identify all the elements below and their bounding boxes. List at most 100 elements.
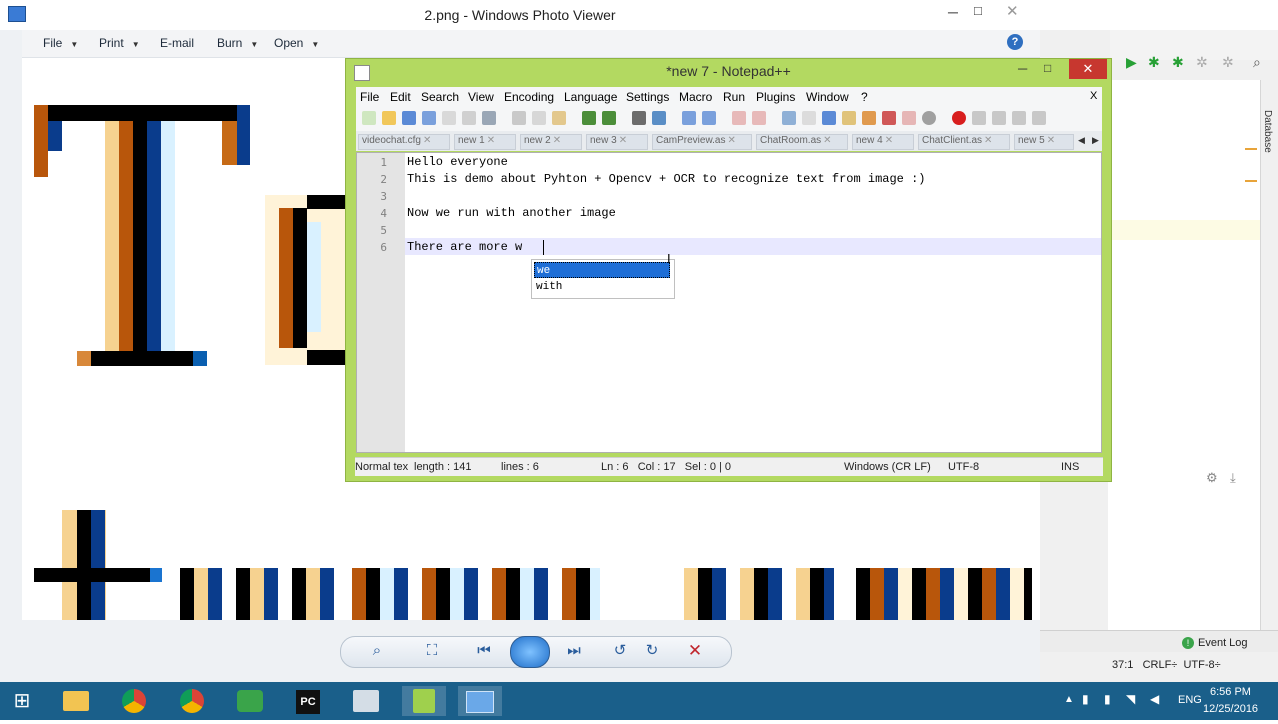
- folder-workspace-icon[interactable]: [902, 111, 916, 125]
- tab-chatclient-as[interactable]: ChatClient.as ✕: [918, 134, 1010, 150]
- next-icon[interactable]: ⏭: [563, 640, 585, 662]
- copy-icon[interactable]: [532, 111, 546, 125]
- zoom-in-icon[interactable]: [682, 111, 696, 125]
- search-everywhere-icon[interactable]: ⌕: [1253, 54, 1261, 71]
- menu-edit[interactable]: Edit: [390, 90, 411, 104]
- tab-new-5[interactable]: new 5 ✕: [1014, 134, 1074, 150]
- tab-scroll-right-icon[interactable]: ▶: [1092, 135, 1099, 146]
- paste-icon[interactable]: [552, 111, 566, 125]
- print-icon[interactable]: [482, 111, 496, 125]
- tab-new-1[interactable]: new 1 ✕: [454, 134, 516, 150]
- taskbar-wifi-app[interactable]: [228, 686, 272, 716]
- close-tab-icon[interactable]: ✕: [423, 135, 431, 146]
- close-file-icon[interactable]: [442, 111, 456, 125]
- actual-size-icon[interactable]: ⛶: [421, 640, 443, 662]
- redo-icon[interactable]: [602, 111, 616, 125]
- wifi-signal-icon[interactable]: ◥: [1126, 692, 1135, 706]
- taskbar-pycharm[interactable]: PC: [286, 686, 330, 716]
- menu-settings[interactable]: Settings: [626, 90, 669, 104]
- menu-file[interactable]: File: [360, 90, 379, 104]
- stop-macro-icon[interactable]: [972, 111, 986, 125]
- word-wrap-icon[interactable]: [782, 111, 796, 125]
- sync-horizontal-icon[interactable]: [752, 111, 766, 125]
- sync-vertical-icon[interactable]: [732, 111, 746, 125]
- taskbar-app[interactable]: [344, 686, 388, 716]
- close-tab-icon[interactable]: ✕: [984, 135, 992, 146]
- pv-menu-email[interactable]: E-mail: [160, 36, 194, 50]
- profile-icon[interactable]: ✲: [1196, 54, 1208, 71]
- open-file-icon[interactable]: [382, 111, 396, 125]
- taskbar-chrome[interactable]: [112, 686, 156, 716]
- doc-map-icon[interactable]: [862, 111, 876, 125]
- maximize-icon[interactable]: □: [1044, 61, 1051, 75]
- tab-new-4[interactable]: new 4 ✕: [852, 134, 914, 150]
- autocomplete-item[interactable]: with: [534, 279, 670, 295]
- database-side-tab[interactable]: Database: [1262, 110, 1273, 153]
- coverage-icon[interactable]: ✱: [1172, 54, 1184, 71]
- monitoring-icon[interactable]: [922, 111, 936, 125]
- menu-plugins[interactable]: Plugins: [756, 90, 795, 104]
- taskbar-notepadpp[interactable]: [402, 686, 446, 716]
- debug-icon[interactable]: ✱: [1148, 54, 1160, 71]
- indent-guide-icon[interactable]: [822, 111, 836, 125]
- record-macro-icon[interactable]: [952, 111, 966, 125]
- show-all-chars-icon[interactable]: [802, 111, 816, 125]
- gear-icon[interactable]: ⚙: [1206, 470, 1218, 486]
- show-hidden-icons-icon[interactable]: ▲: [1064, 694, 1074, 705]
- tab-new-3[interactable]: new 3 ✕: [586, 134, 648, 150]
- rotate-right-icon[interactable]: ↻: [641, 640, 663, 662]
- save-all-icon[interactable]: [422, 111, 436, 125]
- volume-icon[interactable]: ◀: [1150, 692, 1159, 706]
- minimize-icon[interactable]: ─: [948, 4, 958, 20]
- autocomplete-item[interactable]: we: [534, 262, 670, 278]
- menu-search[interactable]: Search: [421, 90, 459, 104]
- previous-icon[interactable]: ⏮: [473, 640, 495, 662]
- find-icon[interactable]: [632, 111, 646, 125]
- taskbar-file-explorer[interactable]: [54, 686, 98, 716]
- menu-help[interactable]: ?: [861, 90, 868, 104]
- close-tab-icon[interactable]: ✕: [885, 135, 893, 146]
- new-file-icon[interactable]: [362, 111, 376, 125]
- tab-campreview-as[interactable]: CamPreview.as ✕: [652, 134, 752, 150]
- input-language[interactable]: ENG: [1178, 694, 1202, 706]
- menu-view[interactable]: View: [468, 90, 494, 104]
- clock-time[interactable]: 6:56 PM: [1210, 686, 1251, 698]
- pv-menu-open[interactable]: Open ▼: [274, 36, 319, 50]
- menu-language[interactable]: Language: [564, 90, 617, 104]
- pv-menu-file[interactable]: File ▼: [43, 36, 78, 50]
- tab-videochat-cfg[interactable]: videochat.cfg ✕: [358, 134, 450, 150]
- windows-start-icon[interactable]: ⊞: [0, 686, 44, 716]
- slideshow-button[interactable]: [510, 636, 550, 668]
- run-icon[interactable]: ▶: [1126, 54, 1137, 71]
- function-list-icon[interactable]: [882, 111, 896, 125]
- minimize-icon[interactable]: ─: [1018, 61, 1027, 76]
- help-icon[interactable]: ?: [1007, 34, 1023, 50]
- tab-chatroom-as[interactable]: ChatRoom.as ✕: [756, 134, 848, 150]
- undo-icon[interactable]: [582, 111, 596, 125]
- menu-window[interactable]: Window: [806, 90, 849, 104]
- hide-panel-icon[interactable]: ⤓: [1230, 470, 1236, 486]
- replace-icon[interactable]: [652, 111, 666, 125]
- attach-icon[interactable]: ✲: [1222, 54, 1234, 71]
- zoom-out-icon[interactable]: [702, 111, 716, 125]
- delete-icon[interactable]: ✕: [684, 640, 706, 662]
- cut-icon[interactable]: [512, 111, 526, 125]
- language-icon[interactable]: [842, 111, 856, 125]
- tab-scroll-left-icon[interactable]: ◀: [1078, 135, 1085, 146]
- power-icon[interactable]: ▮: [1104, 692, 1111, 706]
- close-tab-icon[interactable]: ✕: [619, 135, 627, 146]
- close-tab-icon[interactable]: ✕: [487, 135, 495, 146]
- close-icon[interactable]: ✕: [1006, 2, 1019, 20]
- clock-date[interactable]: 12/25/2016: [1203, 703, 1258, 715]
- maximize-icon[interactable]: □: [974, 3, 982, 18]
- close-tab-icon[interactable]: ✕: [727, 135, 735, 146]
- taskbar-photo-viewer[interactable]: [458, 686, 502, 716]
- run-macro-multiple-icon[interactable]: [1012, 111, 1026, 125]
- menu-run[interactable]: Run: [723, 90, 745, 104]
- menu-encoding[interactable]: Encoding: [504, 90, 554, 104]
- taskbar-chrome-2[interactable]: [170, 686, 214, 716]
- zoom-icon[interactable]: ⌕: [366, 640, 388, 662]
- close-all-icon[interactable]: [462, 111, 476, 125]
- save-macro-icon[interactable]: [1032, 111, 1046, 125]
- tab-new-2[interactable]: new 2 ✕: [520, 134, 582, 150]
